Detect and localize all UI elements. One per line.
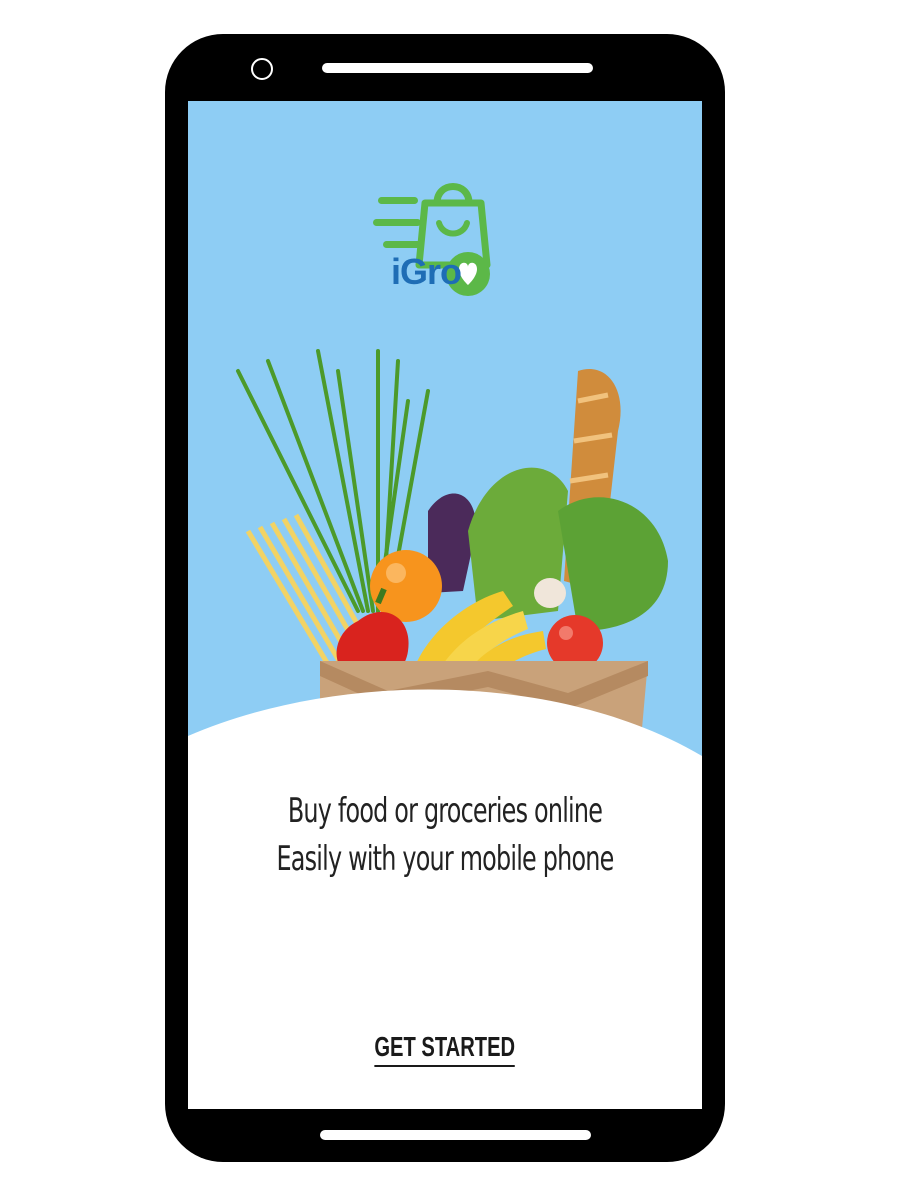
speaker-grille <box>322 63 593 73</box>
bottom-wave-shape <box>188 689 702 801</box>
headline-line-1: Buy food or groceries online <box>287 791 603 831</box>
phone-frame: iGro Buy food or groceries online Easily… <box>165 34 725 1162</box>
get-started-button[interactable]: GET STARTED <box>374 1031 516 1067</box>
cta-container: GET STARTED <box>188 1031 702 1067</box>
headline-line-2: Easily with your mobile phone <box>276 839 614 879</box>
home-indicator[interactable] <box>320 1130 591 1140</box>
camera-icon <box>251 58 273 80</box>
logo-wordmark: iGro <box>391 251 462 292</box>
app-screen: iGro Buy food or groceries online Easily… <box>188 101 702 1109</box>
